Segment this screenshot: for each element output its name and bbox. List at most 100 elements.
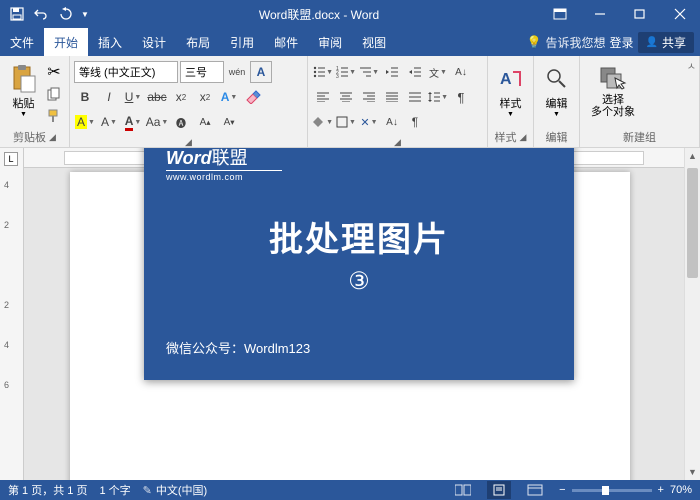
asian-layout-icon[interactable]: ✕▼ (358, 111, 380, 133)
underline-icon[interactable]: U▼ (122, 86, 144, 108)
text-direction-icon[interactable]: 文▼ (427, 61, 449, 83)
format-painter-icon[interactable] (43, 106, 65, 126)
shading-icon[interactable]: ▼ (312, 111, 334, 133)
distributed-icon[interactable] (404, 86, 426, 108)
styles-button[interactable]: A 样式▼ (492, 58, 529, 124)
increase-font-icon[interactable]: A▴ (194, 111, 216, 133)
increase-indent-icon[interactable] (404, 61, 426, 83)
image-subtitle: 微信公众号：Wordlm123 (166, 338, 552, 357)
tab-insert[interactable]: 插入 (88, 28, 132, 56)
zoom-out-icon[interactable]: − (559, 484, 565, 496)
title-bar: ▼ Word联盟.docx - Word (0, 0, 700, 28)
group-newgroup: 选择 多个对象 新建组 (580, 56, 700, 147)
minimize-icon[interactable] (580, 0, 620, 28)
share-button[interactable]: 👤 共享 (638, 32, 694, 53)
scroll-down-icon[interactable]: ▼ (685, 464, 700, 480)
character-border-icon[interactable]: A (250, 61, 272, 83)
sort-icon[interactable]: A↓ (450, 61, 472, 83)
italic-icon[interactable]: I (98, 86, 120, 108)
clear-formatting-icon[interactable] (242, 86, 264, 108)
styles-icon: A (497, 65, 525, 93)
grow-font-icon[interactable]: A▼ (98, 111, 120, 133)
read-mode-icon[interactable] (451, 481, 475, 499)
tab-layout[interactable]: 布局 (176, 28, 220, 56)
tab-selector-icon[interactable]: L (4, 152, 18, 166)
font-name-combo[interactable]: 等线 (中文正文) (74, 61, 178, 83)
login-link[interactable]: 登录 (610, 34, 634, 51)
web-layout-icon[interactable] (523, 481, 547, 499)
paste-button[interactable]: 粘贴 ▼ (4, 58, 43, 124)
font-color-icon[interactable]: A▼ (122, 111, 144, 133)
window-controls (540, 0, 700, 28)
tell-me-search[interactable]: 💡 告诉我您想 (527, 34, 606, 51)
tab-file[interactable]: 文件 (0, 28, 44, 56)
redo-icon[interactable] (54, 3, 76, 25)
close-icon[interactable] (660, 0, 700, 28)
vertical-scrollbar[interactable]: ▲ ▼ (684, 148, 700, 480)
vertical-ruler[interactable]: L 4 2 2 4 6 (0, 148, 24, 480)
tab-home[interactable]: 开始 (44, 28, 88, 56)
text-effects-icon[interactable]: A▼ (218, 86, 240, 108)
phonetic-guide-icon[interactable]: wén (226, 61, 248, 83)
multilevel-list-icon[interactable]: ▼ (358, 61, 380, 83)
show-marks-icon[interactable]: ¶ (450, 86, 472, 108)
cut-icon[interactable]: ✂ (43, 62, 65, 82)
align-right-icon[interactable] (358, 86, 380, 108)
ribbon-tabs: 文件 开始 插入 设计 布局 引用 邮件 审阅 视图 💡 告诉我您想 登录 👤 … (0, 28, 700, 56)
print-layout-icon[interactable] (487, 481, 511, 499)
ribbon-display-icon[interactable] (540, 0, 580, 28)
ribbon: 粘贴 ▼ ✂ 剪贴板 ◢ 等线 (中文正文) 三号 wén A B I U▼ (0, 56, 700, 148)
align-center-icon[interactable] (335, 86, 357, 108)
inserted-image[interactable]: Word联盟 www.wordlm.com 批处理图片 ③ 微信公众号：Word… (144, 148, 574, 380)
document-area[interactable]: Word联盟 www.wordlm.com 批处理图片 ③ 微信公众号：Word… (24, 148, 684, 480)
zoom-in-icon[interactable]: + (658, 484, 664, 496)
maximize-icon[interactable] (620, 0, 660, 28)
paragraph-marks-icon[interactable]: ¶ (404, 111, 426, 133)
language-status[interactable]: ✎中文(中国) (143, 482, 208, 498)
tab-mailings[interactable]: 邮件 (264, 28, 308, 56)
bullets-icon[interactable]: ▼ (312, 61, 334, 83)
select-multiple-objects-button[interactable]: 选择 多个对象 (584, 58, 642, 124)
clipboard-launcher-icon[interactable]: ◢ (49, 132, 56, 143)
enclose-characters-icon[interactable]: 🅐 (170, 111, 192, 133)
tab-review[interactable]: 审阅 (308, 28, 352, 56)
word-count[interactable]: 1 个字 (99, 482, 130, 498)
quick-access-toolbar: ▼ (0, 3, 98, 25)
document-title: Word联盟.docx - Word (98, 6, 540, 23)
superscript-icon[interactable]: x2 (194, 86, 216, 108)
numbering-icon[interactable]: 123▼ (335, 61, 357, 83)
subscript-icon[interactable]: x2 (170, 86, 192, 108)
qat-customize-icon[interactable]: ▼ (78, 3, 92, 25)
line-spacing-icon[interactable]: ▼ (427, 86, 449, 108)
find-icon (543, 65, 571, 93)
strikethrough-icon[interactable]: abc (146, 86, 168, 108)
editing-button[interactable]: 编辑▼ (538, 58, 575, 124)
highlight-icon[interactable]: A▼ (74, 111, 96, 133)
page-count[interactable]: 第 1 页，共 1 页 (8, 482, 87, 498)
select-objects-icon (599, 64, 627, 92)
tab-view[interactable]: 视图 (352, 28, 396, 56)
zoom-slider[interactable] (572, 489, 652, 492)
sort-paragraphs-icon[interactable]: A↓ (381, 111, 403, 133)
save-icon[interactable] (6, 3, 28, 25)
undo-icon[interactable] (30, 3, 52, 25)
tab-references[interactable]: 引用 (220, 28, 264, 56)
scrollbar-thumb[interactable] (687, 168, 698, 278)
group-styles: A 样式▼ 样式 ◢ (488, 56, 534, 147)
font-launcher-icon[interactable]: ◢ (185, 137, 192, 148)
align-left-icon[interactable] (312, 86, 334, 108)
decrease-indent-icon[interactable] (381, 61, 403, 83)
bold-icon[interactable]: B (74, 86, 96, 108)
change-case-icon[interactable]: Aa▼ (146, 111, 168, 133)
paragraph-launcher-icon[interactable]: ◢ (394, 137, 401, 148)
font-size-combo[interactable]: 三号 (180, 61, 224, 83)
zoom-level[interactable]: 70% (670, 484, 692, 496)
scroll-up-icon[interactable]: ▲ (685, 148, 700, 164)
decrease-font-icon[interactable]: A▾ (218, 111, 240, 133)
collapse-ribbon-icon[interactable]: ㅅ (687, 58, 696, 73)
tab-design[interactable]: 设计 (132, 28, 176, 56)
borders-icon[interactable]: ▼ (335, 111, 357, 133)
styles-launcher-icon[interactable]: ◢ (520, 132, 527, 143)
justify-icon[interactable] (381, 86, 403, 108)
copy-icon[interactable] (43, 84, 65, 104)
